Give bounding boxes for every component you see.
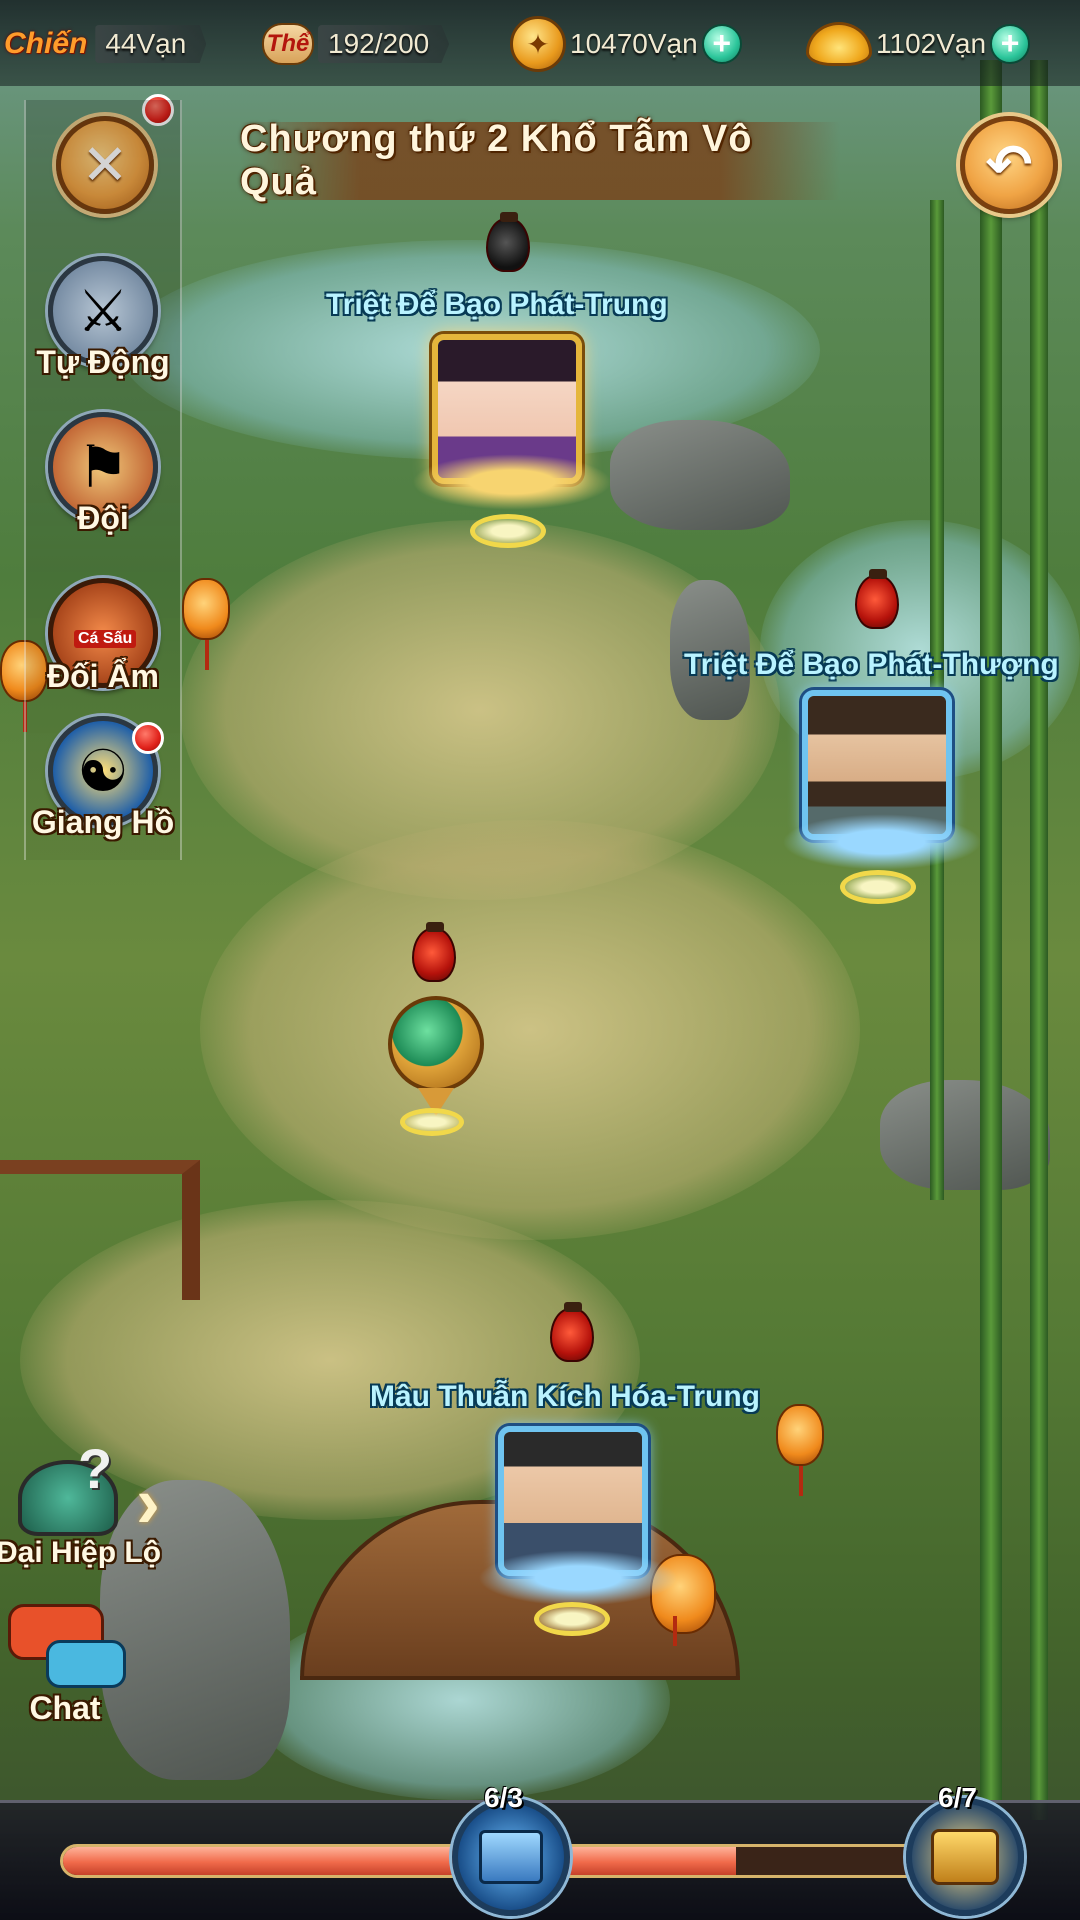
auto-button[interactable]: ⚔ Tự Động — [28, 256, 178, 406]
locked-stage-marker[interactable] — [388, 996, 484, 1092]
ingots-value: 1102Vạn — [876, 28, 987, 59]
bamboo-stalk — [1030, 60, 1048, 1820]
ingots: 1102Vạn + — [806, 20, 1031, 68]
stamina-icon: Thể — [262, 23, 314, 65]
resource-bar: Chiến 44Vạn Thể 192/200 ✦ 10470Vạn + 110… — [0, 0, 1080, 86]
rock — [880, 1080, 1050, 1190]
lantern — [776, 1404, 824, 1496]
combat-power: Chiến 44Vạn — [4, 20, 207, 68]
team-label: Đội — [77, 500, 129, 536]
coin-icon: ✦ — [510, 16, 566, 72]
duel-drink-badge: Cá Sấu — [74, 630, 137, 648]
back-button[interactable]: ↶ — [960, 116, 1058, 214]
stage-base-ring — [840, 870, 916, 904]
question-mark-icon: ? — [78, 1437, 113, 1500]
team-button[interactable]: ⚑ Đội — [28, 412, 178, 562]
chapter-title-banner: Chương thứ 2 Khổ Tẫm Vô Quả — [240, 118, 840, 203]
stage-name: Triệt Để Bạo Phát-Thượng — [684, 648, 1059, 681]
notification-dot — [132, 722, 164, 754]
gold-chest-icon — [931, 1829, 999, 1885]
combat-power-value: 44Vạn — [105, 28, 187, 59]
gold-ingot-icon — [806, 22, 872, 66]
stage-name: Triệt Để Bạo Phát-Trung — [326, 288, 668, 321]
stamina-value: 192/200 — [328, 28, 430, 59]
lantern — [182, 578, 230, 670]
black-wine-jar[interactable] — [486, 212, 530, 272]
stone-path-2 — [200, 820, 860, 1240]
chat-button[interactable]: Chat — [0, 1600, 140, 1750]
wooden-fence — [0, 1160, 200, 1300]
hero-road-label: Đại Hiệp Lộ — [0, 1536, 162, 1569]
back-arrow-icon: ↶ — [985, 133, 1033, 196]
red-wine-jar[interactable] — [412, 922, 456, 982]
stage-base-ring — [534, 1602, 610, 1636]
blue-chest-icon — [479, 1830, 543, 1884]
rock — [610, 420, 790, 530]
chat-bubble-icon-2 — [46, 1640, 126, 1688]
bamboo-stalk — [980, 60, 1002, 1820]
red-wine-jar[interactable] — [855, 569, 899, 629]
add-ingots-button[interactable]: + — [990, 24, 1031, 64]
hero-road-button[interactable]: ? Đại Hiệp Lộ — [0, 1437, 162, 1590]
stage-base-ring — [470, 514, 546, 548]
auto-label: Tự Động — [36, 344, 170, 380]
duel-drink-label: Đối Ẩm — [47, 658, 159, 694]
red-wine-jar[interactable] — [550, 1302, 594, 1362]
stage-name: Mâu Thuẫn Kích Hóa-Trung — [370, 1380, 760, 1413]
coins-value: 10470Vạn — [570, 28, 698, 59]
add-coins-button[interactable]: + — [701, 24, 742, 64]
combat-power-icon: Chiến — [4, 27, 88, 60]
stage-base-ring — [400, 1108, 464, 1136]
gold-chest-count: 6/7 — [938, 1782, 977, 1813]
jianghu-label: Giang Hồ — [31, 804, 175, 840]
blue-frame-wings — [782, 814, 982, 870]
chapter-progress-fill — [63, 1847, 736, 1875]
gold-frame-wings — [412, 454, 612, 510]
coins: ✦ 10470Vạn + — [510, 16, 742, 72]
stamina: Thể 192/200 — [262, 20, 450, 68]
duel-drink-button[interactable]: Cá Sấu Đối Ẩm — [28, 578, 178, 728]
chapter-title: Chương thứ 2 Khổ Tẫm Vô Quả — [240, 118, 753, 203]
reward-chest-gold[interactable] — [906, 1798, 1024, 1916]
expand-arrow-icon[interactable]: › — [136, 1462, 196, 1543]
blue-frame-wings — [478, 1550, 678, 1606]
reward-chest-blue[interactable] — [452, 1798, 570, 1916]
blue-chest-count: 6/3 — [484, 1782, 523, 1813]
chat-label: Chat — [29, 1690, 101, 1726]
